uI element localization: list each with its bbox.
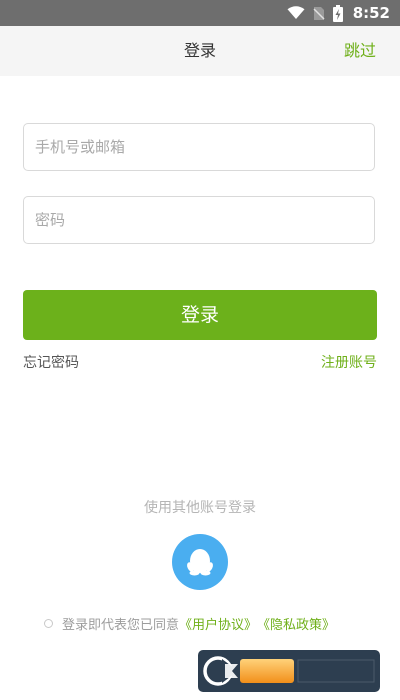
skip-button[interactable]: 跳过 xyxy=(344,26,376,76)
other-login-title: 使用其他账号登录 xyxy=(144,500,256,516)
wifi-icon xyxy=(287,6,305,20)
user-agreement-link[interactable]: 《用户协议》 xyxy=(179,614,257,633)
status-icons: 8:52 xyxy=(287,0,390,26)
privacy-policy-link[interactable]: 《隐私政策》 xyxy=(257,614,335,633)
qq-login-button[interactable] xyxy=(172,534,228,590)
account-field[interactable] xyxy=(23,123,375,171)
status-bar: 8:52 xyxy=(0,0,400,26)
app-bar: 登录 跳过 xyxy=(0,26,400,76)
register-link[interactable]: 注册账号 xyxy=(321,352,377,372)
password-field[interactable] xyxy=(23,196,375,244)
forgot-password-link[interactable]: 忘记密码 xyxy=(23,352,79,372)
login-button[interactable]: 登录 xyxy=(23,290,377,340)
agreement-prefix: 登录即代表您已同意 xyxy=(62,617,180,633)
agree-radio[interactable] xyxy=(44,618,53,628)
status-time: 8:52 xyxy=(352,4,390,22)
qq-icon xyxy=(187,549,213,576)
agreement: 登录即代表您已同意 《用户协议》 《隐私政策》 xyxy=(44,613,335,633)
account-input[interactable] xyxy=(24,124,374,170)
page-title: 登录 xyxy=(183,41,216,60)
no-sim-icon xyxy=(313,6,325,20)
battery-charging-icon xyxy=(332,4,343,22)
password-input[interactable] xyxy=(24,197,374,243)
watermark-logo xyxy=(198,650,380,692)
